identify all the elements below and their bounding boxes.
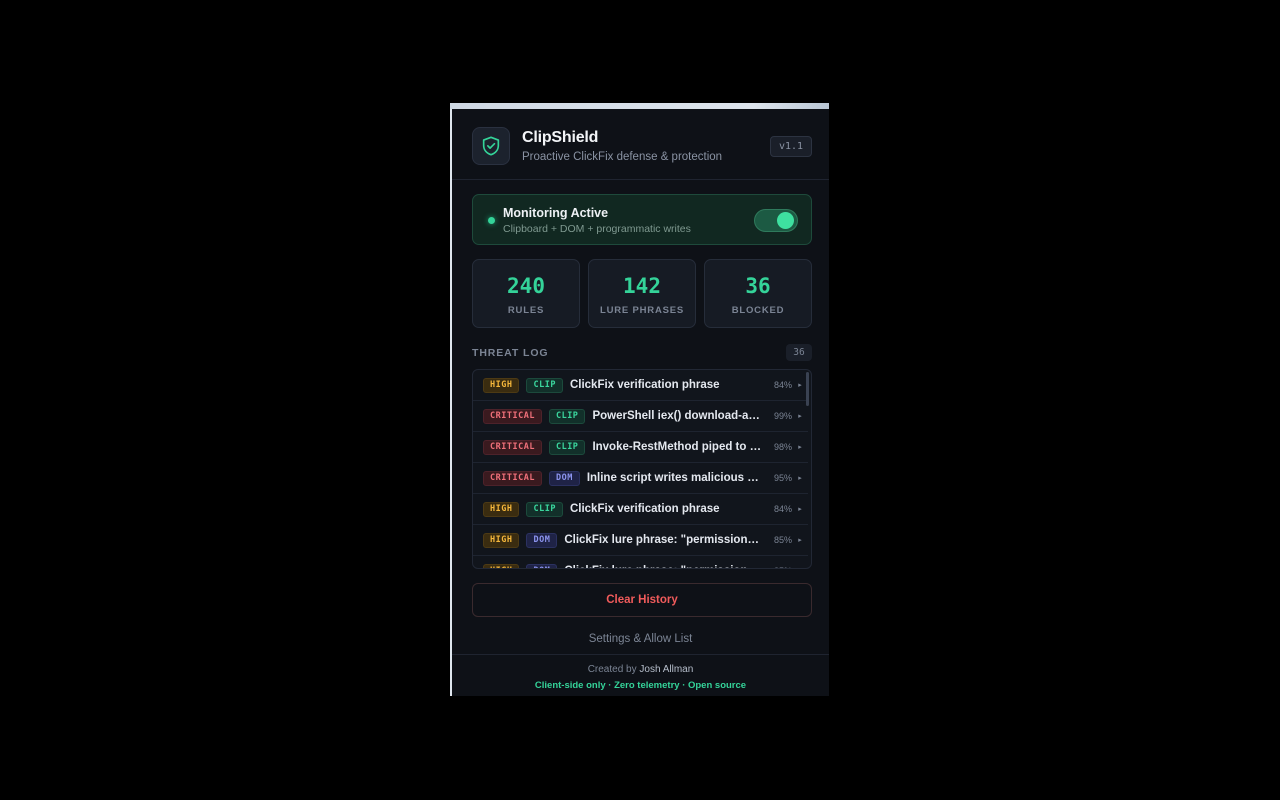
threat-log-row[interactable]: HIGH DOM ClickFix lure phrase: "permission…: [473, 556, 808, 568]
shield-check-icon: [472, 127, 510, 165]
threat-log-count-badge: 36: [786, 344, 812, 361]
threat-log-title: THREAT LOG: [472, 347, 549, 359]
footer-tagline: Client-side only · Zero telemetry · Open…: [534, 680, 747, 691]
footer-created-by: Created by: [587, 664, 637, 675]
threat-description: Invoke-RestMethod piped to iex: [592, 441, 762, 453]
threat-description: ClickFix lure phrase: "permission needed…: [564, 565, 762, 568]
severity-badge: CRITICAL: [483, 408, 542, 424]
threat-log-row[interactable]: CRITICAL DOM Inline script writes maliciou…: [473, 463, 808, 494]
app-title: ClipShield: [522, 129, 599, 146]
expand-caret-icon[interactable]: ▸: [792, 536, 808, 544]
stat-blocked: 36 BLOCKED: [704, 259, 812, 328]
threat-description: ClickFix verification phrase: [569, 503, 720, 515]
scrollbar-thumb[interactable]: [806, 372, 809, 406]
monitoring-toggle[interactable]: [754, 209, 798, 232]
stat-value: 142: [623, 274, 661, 298]
threat-log-row[interactable]: CRITICAL CLIP PowerShell iex() download-an…: [473, 401, 808, 432]
stat-rules: 240 RULES: [472, 259, 580, 328]
confidence-value: 95%: [773, 473, 792, 483]
threat-log-list[interactable]: HIGH DOM ClickFix lure phrase: "permission…: [472, 369, 812, 569]
threat-description: Inline script writes malicious payload: [586, 472, 762, 484]
footer-credit: Created by Josh Allman: [452, 664, 829, 675]
confidence-value: 84%: [773, 504, 792, 514]
expand-caret-icon[interactable]: ▸: [792, 443, 808, 451]
expand-caret-icon[interactable]: ▸: [792, 567, 808, 568]
stat-label: RULES: [507, 305, 545, 316]
severity-badge: HIGH: [483, 532, 520, 548]
threat-description: ClickFix verification phrase: [569, 379, 720, 391]
settings-allow-list-link[interactable]: Settings & Allow List: [452, 633, 829, 645]
severity-badge: HIGH: [483, 563, 520, 568]
threat-log-row[interactable]: CRITICAL CLIP Invoke-RestMethod piped to i…: [473, 432, 808, 463]
severity-badge: HIGH: [483, 501, 520, 517]
monitoring-status-panel: Monitoring Active Clipboard + DOM + prog…: [472, 194, 812, 245]
threat-log-row[interactable]: HIGH DOM ClickFix lure phrase: "permission…: [473, 525, 808, 556]
severity-badge: CRITICAL: [483, 470, 542, 486]
confidence-value: 99%: [773, 411, 792, 421]
monitoring-title: Monitoring Active: [503, 206, 609, 220]
severity-badge: HIGH: [483, 377, 520, 393]
popup-footer: Created by Josh Allman Client-side only …: [452, 654, 829, 696]
stat-value: 240: [507, 274, 545, 298]
confidence-value: 84%: [773, 380, 792, 390]
source-badge: CLIP: [526, 377, 563, 393]
status-dot-icon: [488, 217, 495, 224]
expand-caret-icon[interactable]: ▸: [792, 505, 808, 513]
monitoring-subtitle: Clipboard + DOM + programmatic writes: [503, 223, 691, 235]
threat-description: PowerShell iex() download-and-execute: [592, 410, 762, 422]
extension-popup: ClipShield Proactive ClickFix defense & …: [452, 109, 829, 696]
source-badge: DOM: [526, 563, 558, 568]
expand-caret-icon[interactable]: ▸: [792, 412, 808, 420]
clear-history-button[interactable]: Clear History: [472, 583, 812, 617]
threat-log-row[interactable]: HIGH CLIP ClickFix verification phrase 84% ▸: [473, 370, 808, 401]
popup-header: ClipShield Proactive ClickFix defense & …: [452, 109, 829, 180]
threat-log-row[interactable]: HIGH CLIP ClickFix verification phrase 84% ▸: [473, 494, 808, 525]
source-badge: DOM: [526, 532, 558, 548]
threat-description: ClickFix lure phrase: "permission needed…: [564, 534, 762, 546]
severity-badge: CRITICAL: [483, 439, 542, 455]
source-badge: DOM: [548, 470, 580, 486]
stat-lure-phrases: 142 LURE PHRASES: [588, 259, 696, 328]
app-subtitle: Proactive ClickFix defense & protection: [522, 151, 723, 163]
toggle-knob: [777, 212, 794, 229]
expand-caret-icon[interactable]: ▸: [792, 474, 808, 482]
footer-author: Josh Allman: [639, 664, 694, 675]
source-badge: CLIP: [548, 439, 586, 455]
confidence-value: 85%: [773, 535, 792, 545]
confidence-value: 98%: [773, 442, 792, 452]
stat-value: 36: [745, 274, 771, 298]
stat-label: LURE PHRASES: [599, 305, 685, 316]
source-badge: CLIP: [526, 501, 563, 517]
version-badge: v1.1: [770, 136, 812, 157]
stat-label: BLOCKED: [731, 305, 785, 316]
source-badge: CLIP: [548, 408, 586, 424]
confidence-value: 85%: [766, 566, 792, 568]
